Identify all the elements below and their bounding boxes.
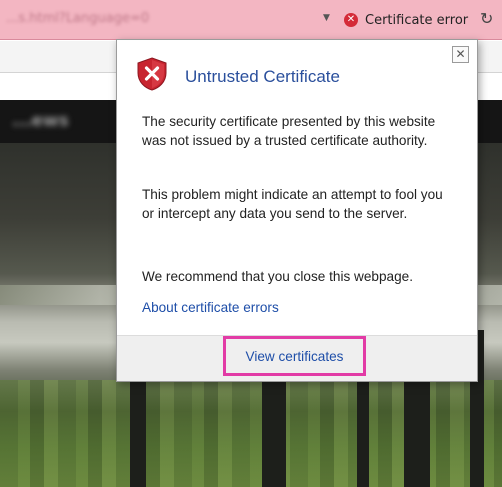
page-heading: ...ews (12, 111, 69, 131)
certificate-error-label: Certificate error (365, 12, 469, 28)
popup-message: The security certificate presented by th… (142, 114, 436, 148)
refresh-icon[interactable]: ↻ (480, 9, 493, 28)
popup-recommendation: We recommend that you close this webpage… (142, 269, 414, 284)
view-certificates-label: View certificates (245, 348, 344, 364)
chevron-down-icon[interactable]: ▼ (323, 13, 330, 23)
certificate-error-button[interactable]: ✕ Certificate error (344, 8, 474, 32)
close-icon[interactable]: ✕ (452, 46, 469, 63)
about-certificate-errors-link[interactable]: About certificate errors (142, 300, 279, 315)
address-url[interactable]: ...s.html?Language=0 (6, 11, 149, 26)
error-circle-icon: ✕ (344, 13, 358, 27)
popup-message: This problem might indicate an attempt t… (142, 187, 443, 221)
popup-title: Untrusted Certificate (185, 67, 340, 86)
shield-error-icon (137, 57, 167, 91)
address-bar: ...s.html?Language=0 ▼ ✕ Certificate err… (0, 0, 502, 40)
popup-footer: View certificates (117, 335, 477, 381)
view-certificates-button[interactable]: View certificates (223, 336, 366, 376)
untrusted-certificate-popup: ✕ Untrusted Certificate The security cer… (116, 39, 478, 382)
